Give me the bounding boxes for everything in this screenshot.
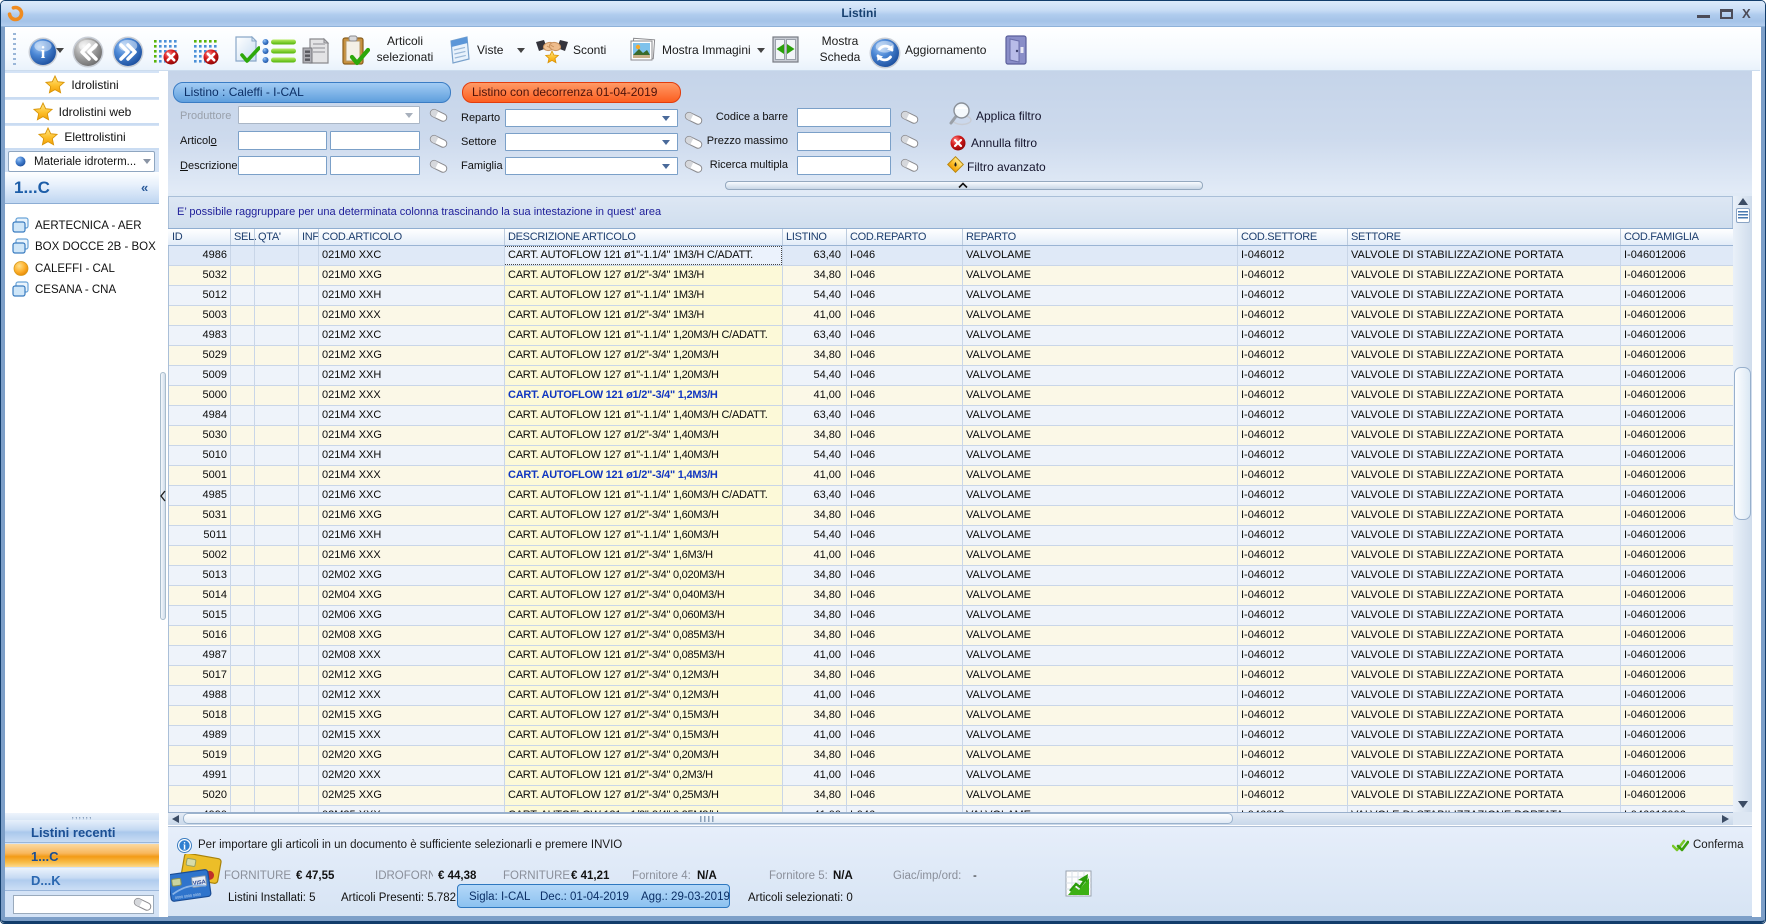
svg-text:i: i — [183, 841, 186, 852]
svg-text:i: i — [41, 43, 46, 62]
